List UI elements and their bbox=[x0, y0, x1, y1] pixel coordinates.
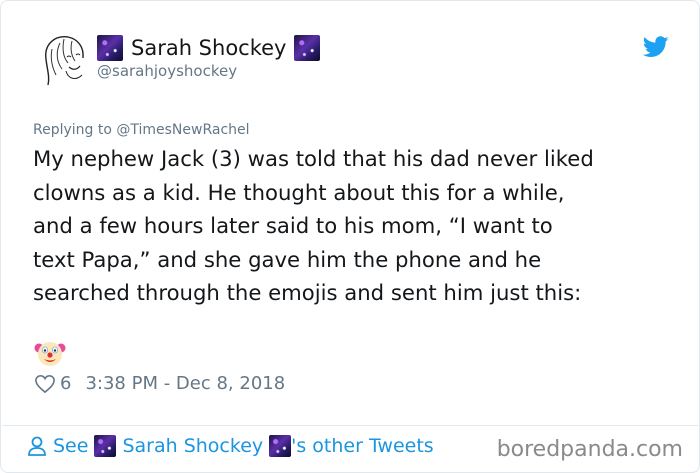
footer-author-name: Sarah Shockey bbox=[122, 435, 264, 457]
twitter-bird-icon[interactable] bbox=[643, 36, 669, 58]
see-label: See bbox=[53, 435, 89, 457]
user-handle[interactable]: @sarahjoyshockey bbox=[97, 62, 237, 80]
milky-way-icon bbox=[294, 35, 321, 61]
watermark: boredpanda.com bbox=[496, 437, 683, 462]
avatar[interactable] bbox=[38, 31, 88, 87]
see-other-tweets-link[interactable]: See Sarah Shockey 's other Tweets bbox=[27, 435, 434, 457]
heart-icon[interactable] bbox=[34, 374, 56, 394]
milky-way-icon bbox=[97, 35, 123, 61]
footer-suffix: 's other Tweets bbox=[291, 435, 434, 457]
tweet-card: Sarah Shockey @sarahjoyshockey Replying … bbox=[0, 0, 700, 473]
author-row[interactable]: Sarah Shockey bbox=[97, 35, 321, 61]
milky-way-icon bbox=[94, 435, 117, 457]
replying-to[interactable]: Replying to @TimesNewRachel bbox=[33, 122, 250, 138]
like-count[interactable]: 6 bbox=[60, 373, 71, 394]
timestamp[interactable]: 3:38 PM - Dec 8, 2018 bbox=[85, 373, 285, 394]
divider bbox=[2, 425, 698, 426]
person-icon bbox=[28, 436, 46, 456]
display-name[interactable]: Sarah Shockey bbox=[131, 36, 286, 60]
tweet-meta: 6 3:38 PM - Dec 8, 2018 bbox=[34, 373, 285, 394]
milky-way-icon bbox=[269, 435, 292, 457]
clown-face-icon bbox=[34, 342, 66, 366]
tweet-text: My nephew Jack (3) was told that his dad… bbox=[33, 146, 594, 305]
